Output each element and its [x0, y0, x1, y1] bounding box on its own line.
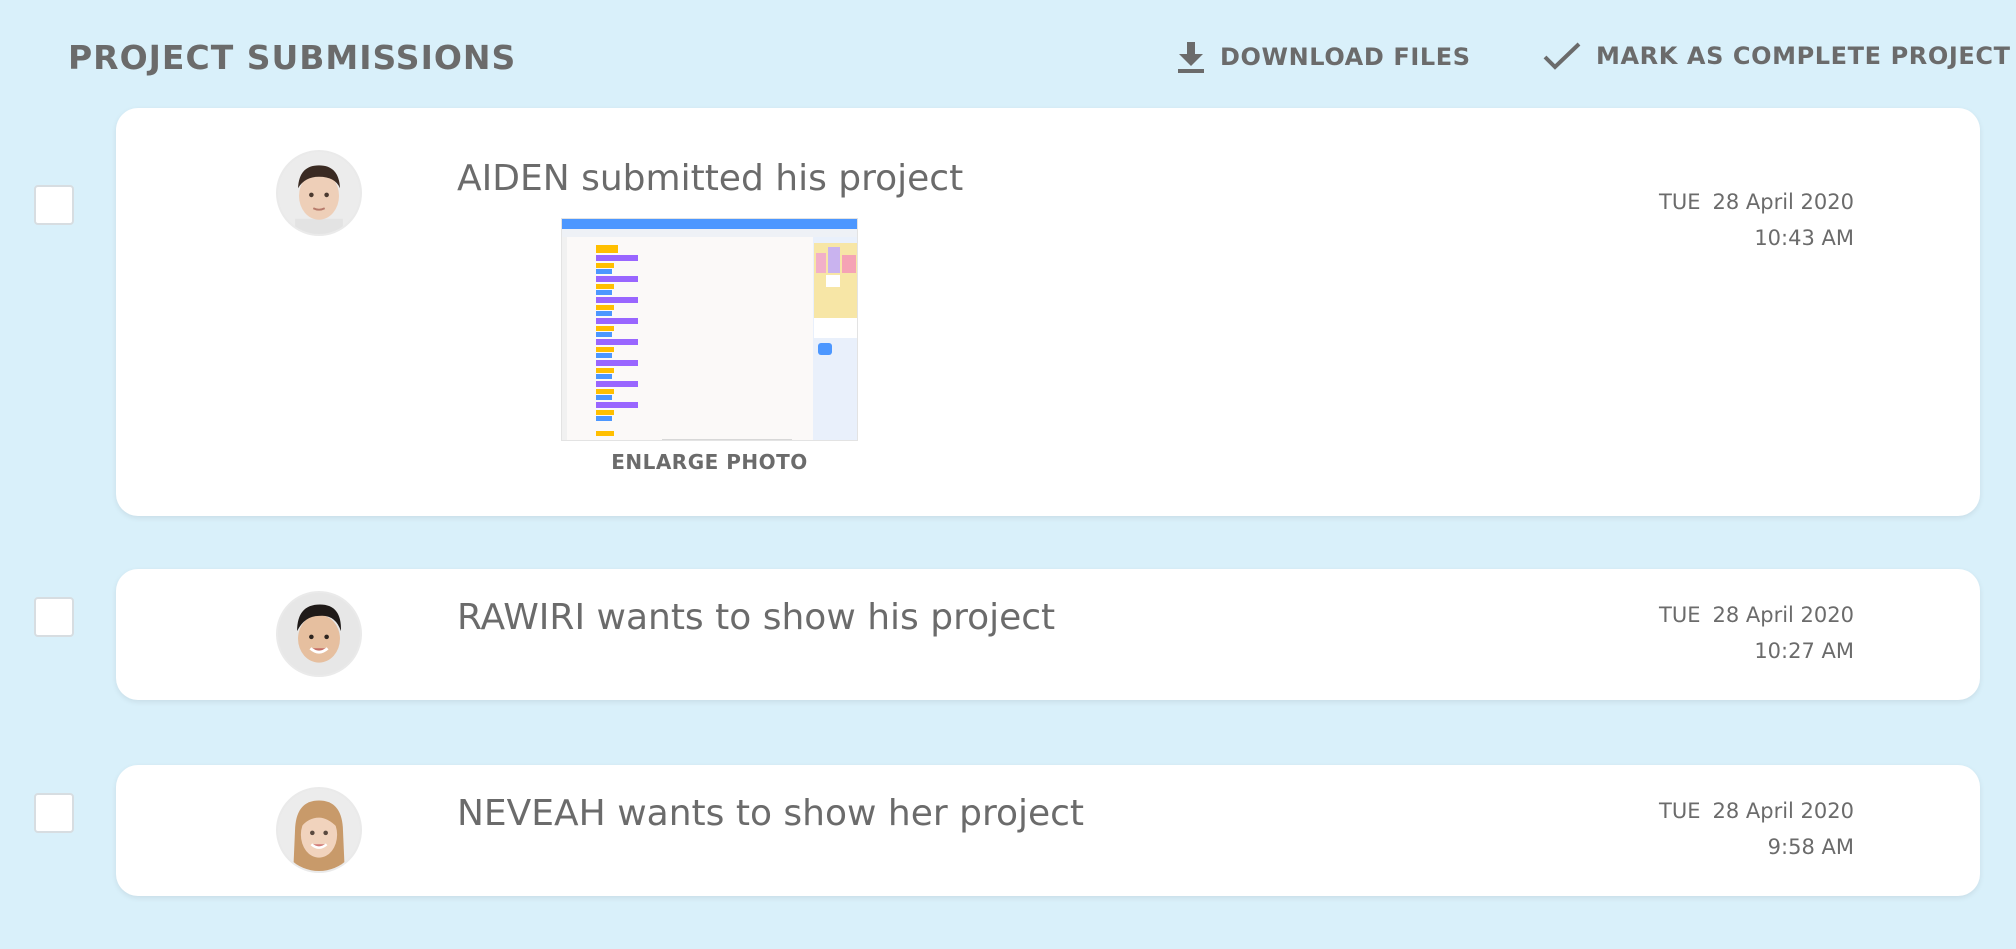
download-icon [1176, 40, 1206, 74]
enlarge-photo-button[interactable]: ENLARGE PHOTO [561, 450, 858, 474]
submission-datetime: TUE 28 April 2020 9:58 AM [1659, 793, 1854, 865]
submission-card-neveah: NEVEAH wants to show her project TUE 28 A… [116, 765, 1980, 896]
select-checkbox-aiden[interactable] [34, 185, 74, 225]
select-checkbox-neveah[interactable] [34, 793, 74, 833]
avatar-aiden [276, 150, 362, 236]
submission-card-aiden: AIDEN submitted his project TUE 28 April … [116, 108, 1980, 516]
submission-day: TUE [1659, 799, 1701, 823]
submission-day: TUE [1659, 190, 1701, 214]
submission-date: 28 April 2020 [1712, 603, 1854, 627]
submission-date: 28 April 2020 [1712, 190, 1854, 214]
mark-complete-label: MARK AS COMPLETE PROJECT [1596, 42, 2011, 70]
submission-time: 9:58 AM [1767, 835, 1854, 859]
submission-day: TUE [1659, 603, 1701, 627]
submission-message: RAWIRI wants to show his project [457, 597, 1056, 638]
avatar-neveah [276, 787, 362, 873]
download-files-button[interactable]: DOWNLOAD FILES [1176, 40, 1471, 74]
submission-message: AIDEN submitted his project [457, 158, 964, 199]
download-files-label: DOWNLOAD FILES [1220, 43, 1471, 71]
page-header: PROJECT SUBMISSIONS DOWNLOAD FILES MARK … [0, 0, 2016, 110]
submission-time: 10:43 AM [1754, 226, 1854, 250]
checkmark-icon [1542, 40, 1582, 72]
submission-date: 28 April 2020 [1712, 799, 1854, 823]
submission-card-rawiri: RAWIRI wants to show his project TUE 28 A… [116, 569, 1980, 700]
submission-time: 10:27 AM [1754, 639, 1854, 663]
page-title: PROJECT SUBMISSIONS [68, 38, 517, 77]
submission-message: NEVEAH wants to show her project [457, 793, 1085, 834]
select-checkbox-rawiri[interactable] [34, 597, 74, 637]
mark-complete-button[interactable]: MARK AS COMPLETE PROJECT [1542, 40, 2011, 72]
project-screenshot-thumbnail[interactable] [561, 218, 858, 441]
submission-datetime: TUE 28 April 2020 10:27 AM [1659, 597, 1854, 669]
submission-datetime: TUE 28 April 2020 10:43 AM [1659, 184, 1854, 256]
avatar-rawiri [276, 591, 362, 677]
